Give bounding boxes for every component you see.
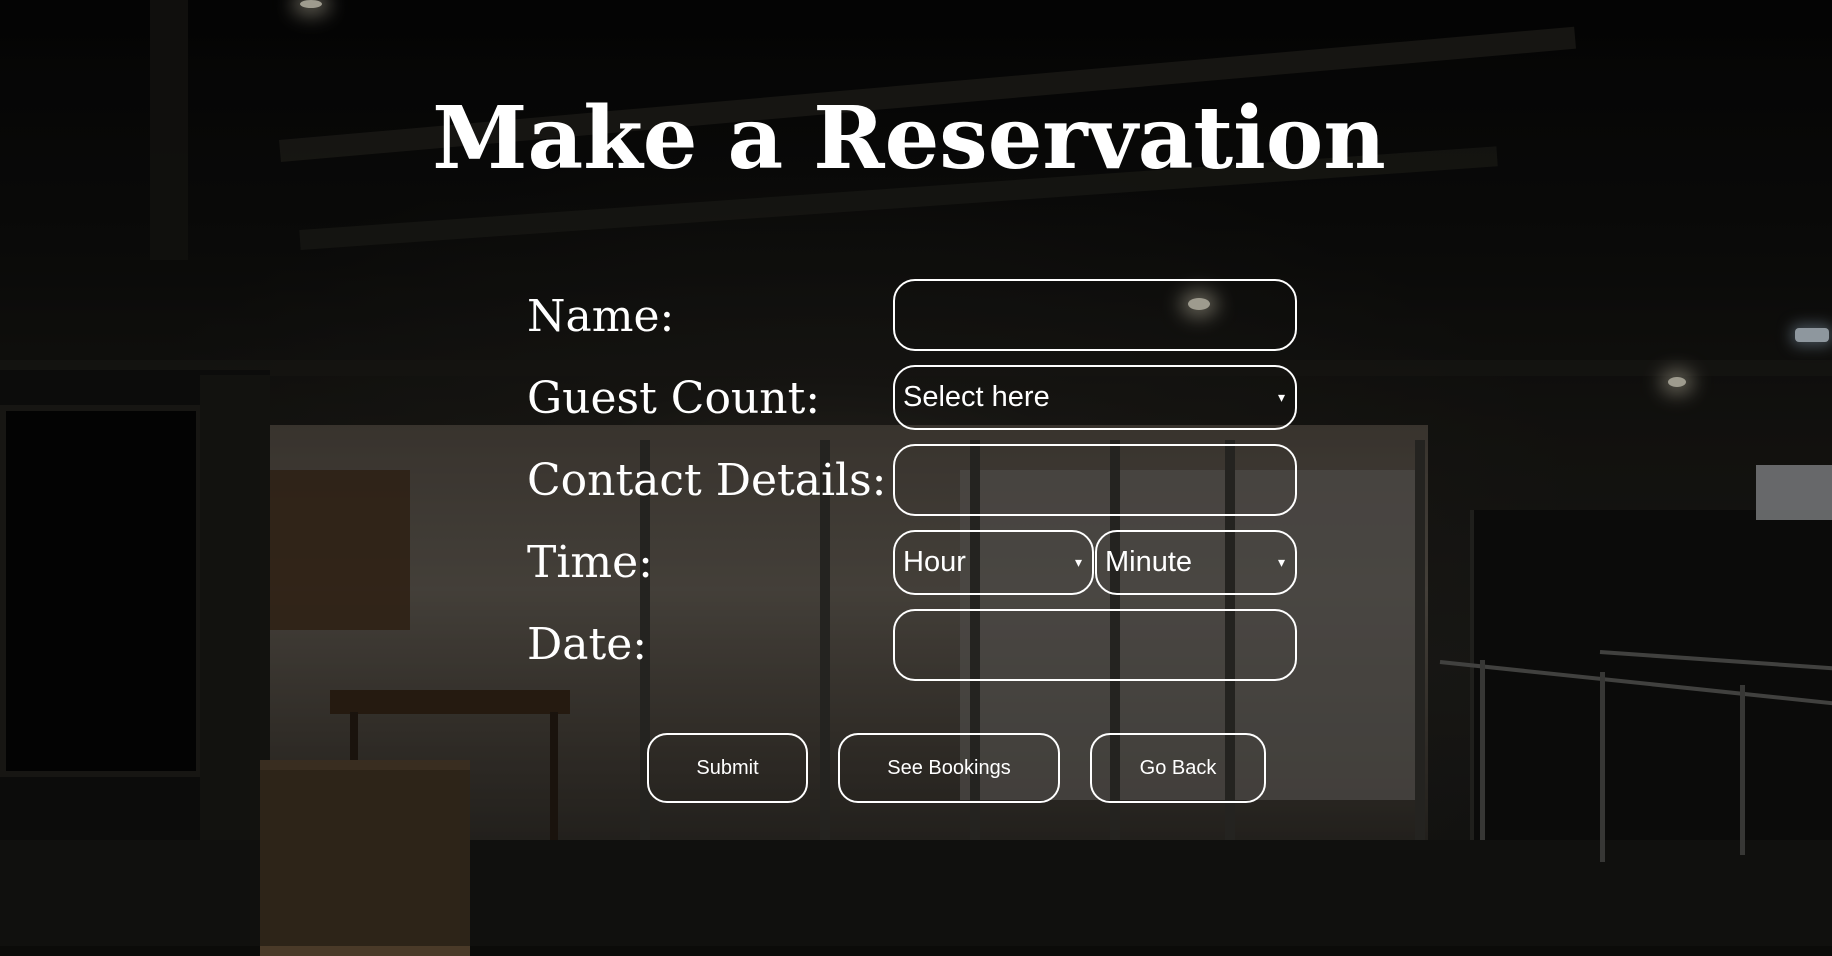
- time-label: Time:: [527, 537, 654, 588]
- page-title: Make a Reservation: [432, 88, 1386, 189]
- chevron-down-icon: ▾: [1277, 554, 1285, 570]
- hour-selected: Hour: [903, 546, 966, 578]
- guest-count-selected: Select here: [903, 381, 1050, 413]
- chevron-down-icon: ▾: [1074, 554, 1082, 570]
- contact-details-input[interactable]: [893, 444, 1297, 516]
- chevron-down-icon: ▾: [1277, 389, 1285, 405]
- see-bookings-button[interactable]: See Bookings: [838, 733, 1060, 803]
- hour-select[interactable]: Hour ▾: [893, 530, 1094, 595]
- name-label: Name:: [527, 291, 675, 342]
- submit-button[interactable]: Submit: [647, 733, 808, 803]
- name-input[interactable]: [893, 279, 1297, 351]
- minute-selected: Minute: [1105, 546, 1193, 578]
- contact-details-label: Contact Details:: [527, 455, 887, 506]
- date-input[interactable]: [893, 609, 1297, 681]
- go-back-button[interactable]: Go Back: [1090, 733, 1266, 803]
- date-label: Date:: [527, 619, 648, 670]
- minute-select[interactable]: Minute ▾: [1095, 530, 1297, 595]
- guest-count-select[interactable]: Select here ▾: [893, 365, 1297, 430]
- guest-count-label: Guest Count:: [527, 373, 821, 424]
